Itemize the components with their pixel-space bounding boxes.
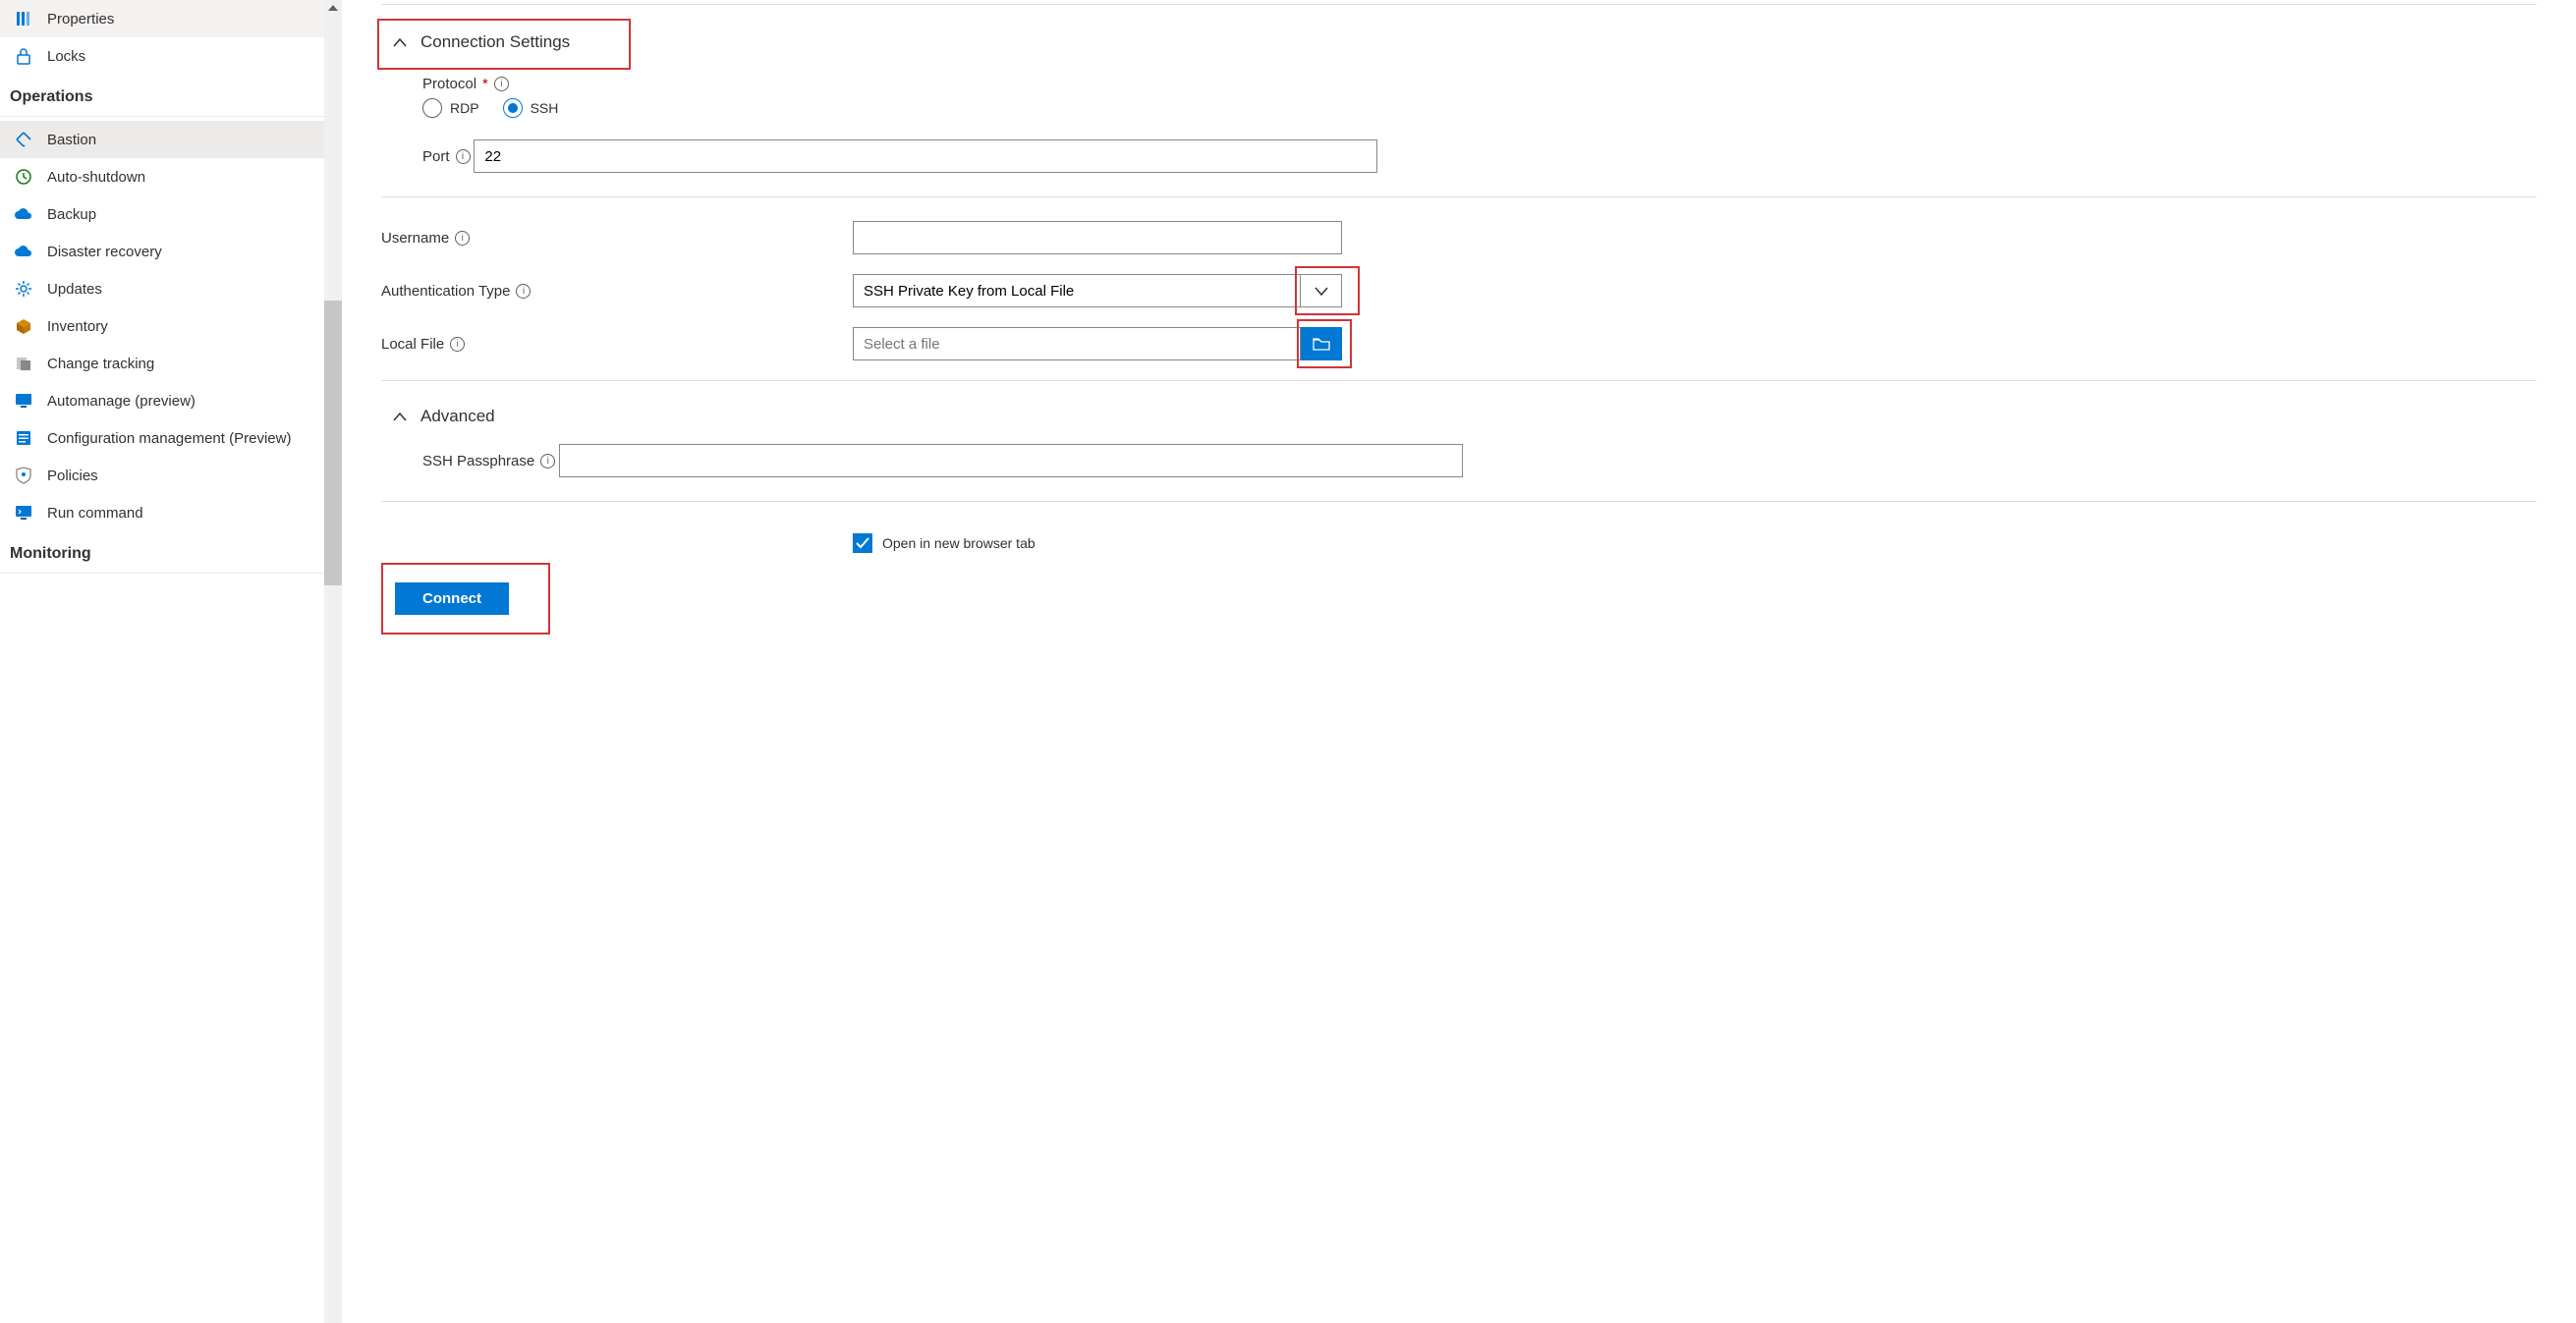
local-file-label: Local File i: [381, 336, 853, 353]
sidebar-item-label: Bastion: [47, 132, 96, 148]
username-label: Username i: [381, 230, 853, 247]
sidebar-item-label: Policies: [47, 468, 98, 484]
protocol-radio-rdp[interactable]: RDP: [422, 98, 479, 118]
terminal-icon: [14, 503, 33, 523]
connect-button[interactable]: Connect: [395, 582, 509, 615]
passphrase-label: SSH Passphrase i: [422, 453, 555, 469]
bastion-icon: [14, 130, 33, 149]
port-label: Port i: [422, 148, 471, 165]
sidebar-item-disaster-recovery[interactable]: Disaster recovery: [0, 233, 342, 270]
sidebar-section-monitoring: Monitoring: [0, 531, 342, 569]
sidebar-item-run-command[interactable]: Run command: [0, 494, 342, 531]
info-icon[interactable]: i: [540, 454, 555, 469]
main-content: Connection Settings Protocol * i RDP SSH…: [342, 0, 2576, 1323]
auth-type-dropdown-button[interactable]: [1301, 274, 1342, 307]
username-input[interactable]: [853, 221, 1342, 254]
cloud-icon: [14, 204, 33, 224]
scrollbar[interactable]: [324, 0, 342, 1323]
info-icon[interactable]: i: [494, 77, 509, 91]
port-input[interactable]: [474, 139, 1377, 173]
chevron-down-icon: [1315, 287, 1328, 296]
sidebar-item-locks[interactable]: Locks: [0, 37, 342, 75]
monitor-icon: [14, 391, 33, 411]
sidebar-item-properties[interactable]: Properties: [0, 0, 342, 37]
protocol-radio-ssh[interactable]: SSH: [503, 98, 559, 118]
sidebar: Properties Locks Operations Bastion Auto…: [0, 0, 342, 1323]
tracking-icon: [14, 354, 33, 373]
sidebar-item-backup[interactable]: Backup: [0, 195, 342, 233]
info-icon[interactable]: i: [456, 149, 471, 164]
sidebar-item-label: Backup: [47, 206, 96, 223]
gear-icon: [14, 279, 33, 299]
cloud-sync-icon: [14, 242, 33, 261]
connection-settings-toggle[interactable]: Connection Settings: [381, 25, 582, 60]
advanced-title: Advanced: [420, 407, 495, 426]
folder-icon: [1313, 337, 1330, 351]
sidebar-item-change-tracking[interactable]: Change tracking: [0, 345, 342, 382]
protocol-label: Protocol * i: [422, 76, 509, 92]
scroll-up-arrow[interactable]: [324, 0, 342, 16]
sidebar-item-label: Run command: [47, 505, 143, 522]
sidebar-item-label: Locks: [47, 48, 85, 65]
passphrase-input[interactable]: [559, 444, 1463, 477]
list-icon: [14, 428, 33, 448]
sidebar-item-autoshutdown[interactable]: Auto-shutdown: [0, 158, 342, 195]
sidebar-item-config-management[interactable]: Configuration management (Preview): [0, 419, 342, 457]
auth-type-select[interactable]: [853, 274, 1301, 307]
sidebar-item-label: Configuration management (Preview): [47, 430, 291, 447]
open-new-tab-label: Open in new browser tab: [882, 535, 1036, 551]
sidebar-item-automanage[interactable]: Automanage (preview): [0, 382, 342, 419]
sidebar-item-label: Disaster recovery: [47, 244, 162, 260]
lock-icon: [14, 46, 33, 66]
sidebar-item-label: Updates: [47, 281, 102, 298]
advanced-toggle[interactable]: Advanced: [381, 399, 507, 434]
sidebar-item-label: Inventory: [47, 318, 108, 335]
sidebar-item-updates[interactable]: Updates: [0, 270, 342, 307]
radio-checked-icon: [503, 98, 523, 118]
auth-type-label: Authentication Type i: [381, 283, 853, 300]
sidebar-item-label: Change tracking: [47, 356, 154, 372]
sidebar-item-label: Auto-shutdown: [47, 169, 145, 186]
connection-settings-title: Connection Settings: [420, 32, 570, 52]
scroll-thumb[interactable]: [324, 301, 342, 585]
sidebar-section-operations: Operations: [0, 75, 342, 112]
sidebar-item-policies[interactable]: Policies: [0, 457, 342, 494]
sidebar-item-label: Automanage (preview): [47, 393, 196, 410]
radio-unchecked-icon: [422, 98, 442, 118]
properties-icon: [14, 9, 33, 28]
box-icon: [14, 316, 33, 336]
required-indicator: *: [482, 76, 488, 92]
chevron-up-icon: [393, 407, 407, 426]
open-new-tab-checkbox[interactable]: [853, 533, 872, 553]
checkmark-icon: [856, 537, 869, 549]
local-file-input[interactable]: [853, 327, 1301, 360]
sidebar-item-label: Properties: [47, 11, 114, 28]
clock-icon: [14, 167, 33, 187]
info-icon[interactable]: i: [455, 231, 470, 246]
info-icon[interactable]: i: [516, 284, 531, 299]
sidebar-item-bastion[interactable]: Bastion: [0, 121, 342, 158]
shield-icon: [14, 466, 33, 485]
info-icon[interactable]: i: [450, 337, 465, 352]
chevron-up-icon: [393, 32, 407, 52]
browse-file-button[interactable]: [1301, 327, 1342, 360]
sidebar-item-inventory[interactable]: Inventory: [0, 307, 342, 345]
